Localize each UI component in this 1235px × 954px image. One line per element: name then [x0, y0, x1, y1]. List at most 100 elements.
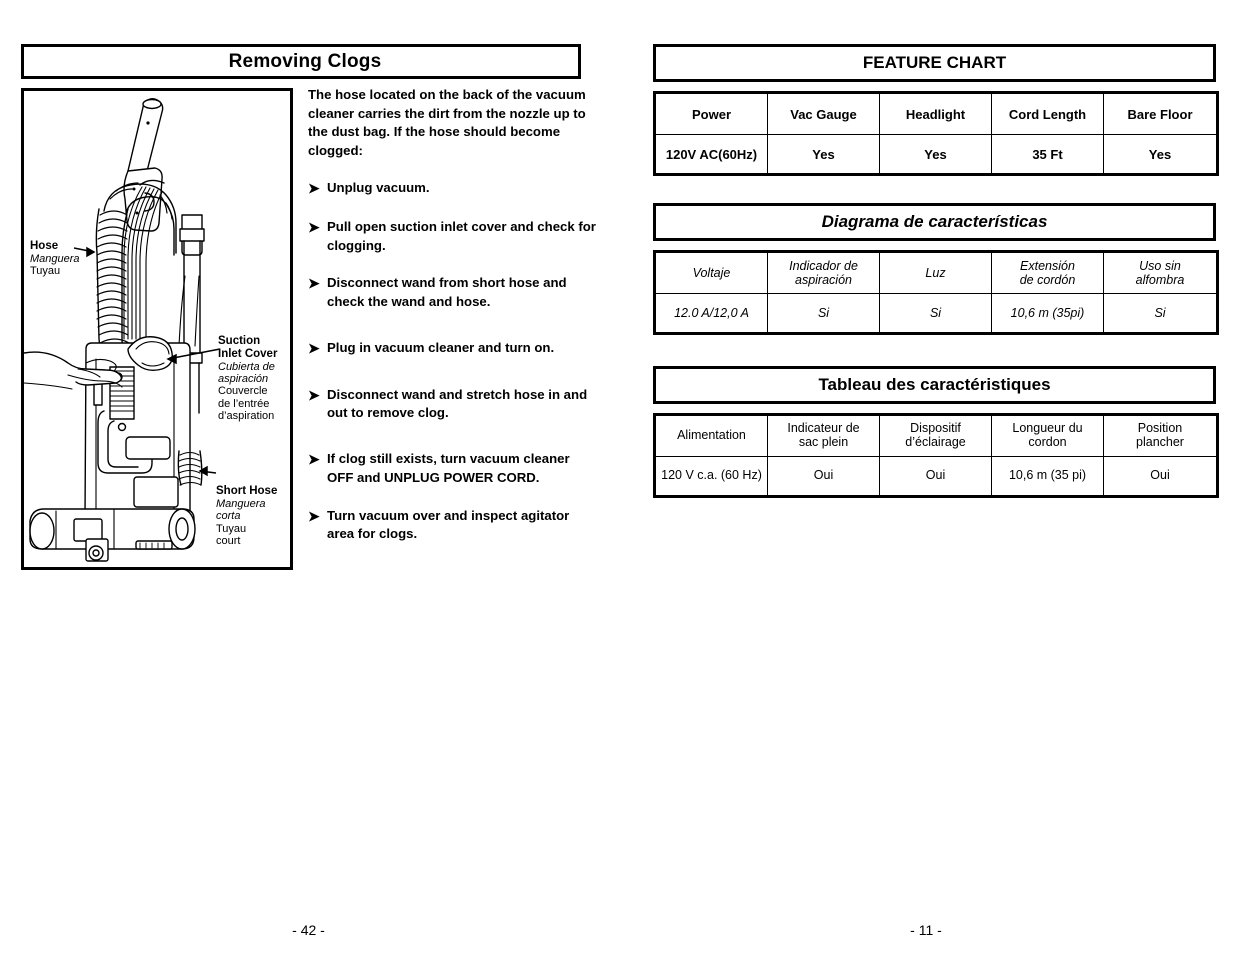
cell-line: Alimentation	[677, 428, 746, 443]
table-header-cell: Extensión de cordón	[991, 251, 1104, 294]
table-row: 120 V c.a. (60 Hz) Oui Oui 10,6 m (35 pi…	[654, 456, 1218, 497]
cell-line: Dispositif	[910, 421, 961, 436]
step-text: Disconnect wand and stretch hose in and …	[327, 386, 588, 421]
table-header-cell: Vac Gauge	[767, 92, 880, 135]
feature-chart-spanish-header: Diagrama de características	[653, 203, 1216, 241]
cell-line: d’éclairage	[905, 435, 966, 449]
cell-line: Indicateur de	[787, 421, 860, 436]
table-row-header: Voltaje Indicador de aspiración Luz Exte…	[654, 251, 1218, 294]
step-text: Unplug vacuum.	[327, 179, 430, 195]
page-number-left: - 42 -	[292, 922, 325, 938]
table-header-cell: Bare Floor	[1103, 92, 1218, 135]
section-title-box: Removing Clogs	[21, 44, 581, 79]
feature-chart-english-header: FEATURE CHART	[653, 44, 1216, 82]
table-header-cell: Longueur du cordon	[991, 414, 1104, 457]
callout-suction-es-line1: Cubierta de	[218, 360, 275, 373]
table-cell: Oui	[1103, 456, 1218, 497]
instructions-column: The hose located on the back of the vacu…	[308, 86, 598, 563]
table-cell: Yes	[767, 134, 880, 175]
table-header-cell: Power	[654, 92, 768, 135]
callout-suction-inlet-cover: Suction Inlet Cover Cubierta de aspiraci…	[218, 335, 277, 422]
table-cell: 12.0 A/12,0 A	[654, 293, 768, 334]
step-item: ➤ If clog still exists, turn vacuum clea…	[308, 450, 598, 487]
callout-short-hose: Short Hose Manguera corta Tuyau court	[216, 485, 277, 547]
table-row-header: Alimentation Indicateur de sac plein Dis…	[654, 414, 1218, 457]
arrow-bullet-icon: ➤	[308, 507, 320, 524]
table-cell: Yes	[879, 134, 992, 175]
step-text: Pull open suction inlet cover and check …	[327, 218, 596, 253]
callout-short-hose-en: Short Hose	[216, 485, 278, 497]
table-cell: 120V AC(60Hz)	[654, 134, 768, 175]
table-row-header: Power Vac Gauge Headlight Cord Length Ba…	[654, 92, 1218, 135]
step-item: ➤ Turn vacuum over and inspect agitator …	[308, 507, 598, 544]
cell-line: plancher	[1136, 435, 1184, 449]
callout-suction-en-line1: Suction	[218, 335, 261, 347]
vacuum-diagram-figure: Hose Manguera Tuyau Suction Inlet Cover …	[21, 88, 293, 570]
intro-paragraph: The hose located on the back of the vacu…	[308, 87, 586, 159]
callout-suction-fr-line3: d’aspiration	[218, 410, 275, 422]
feature-chart-spanish-title: Diagrama de características	[821, 212, 1048, 231]
table-cell: Oui	[767, 456, 880, 497]
cell-line: Extensión	[1020, 258, 1075, 273]
page-number-right: - 11 -	[910, 922, 942, 938]
table-header-cell: Luz	[879, 251, 992, 294]
step-item: ➤ Pull open suction inlet cover and chec…	[308, 218, 598, 255]
arrow-bullet-icon: ➤	[308, 275, 320, 292]
arrow-bullet-icon: ➤	[308, 179, 320, 196]
step-item: ➤ Disconnect wand and stretch hose in an…	[308, 386, 598, 423]
table-cell: 35 Ft	[991, 134, 1104, 175]
table-cell: 10,6 m (35 pi)	[991, 456, 1104, 497]
right-page: FEATURE CHART Power Vac Gauge Headlight …	[617, 0, 1235, 954]
arrow-bullet-icon: ➤	[308, 218, 320, 235]
cell-line: cordon	[1028, 435, 1067, 449]
page-title: Removing Clogs	[228, 50, 382, 72]
callout-hose-en: Hose	[30, 240, 59, 252]
table-cell: Si	[1103, 293, 1218, 334]
callout-short-hose-fr-line2: court	[216, 534, 241, 547]
step-text: If clog still exists, turn vacuum cleane…	[327, 451, 570, 485]
cell-line: Luz	[925, 265, 946, 280]
table-header-cell: Indicateur de sac plein	[767, 414, 880, 457]
step-text: Plug in vacuum cleaner and turn on.	[327, 339, 555, 355]
callout-hose-fr: Tuyau	[30, 265, 61, 278]
feature-chart-french: Tableau des caractéristiques Alimentatio…	[653, 366, 1219, 498]
callout-suction-fr-line1: Couvercle	[218, 385, 268, 398]
step-item: ➤ Disconnect wand from short hose and ch…	[308, 274, 598, 311]
step-text: Disconnect wand from short hose and chec…	[327, 275, 567, 310]
callout-hose: Hose Manguera Tuyau	[30, 240, 80, 278]
callout-suction-fr-line2: de l’entrée	[218, 397, 270, 410]
callout-hose-es: Manguera	[30, 252, 80, 265]
cell-line: de cordón	[1019, 273, 1076, 287]
cell-line: Uso sin	[1139, 258, 1181, 273]
step-item: ➤ Plug in vacuum cleaner and turn on.	[308, 339, 598, 359]
feature-chart-french-header: Tableau des caractéristiques	[653, 366, 1216, 404]
table-header-cell: Cord Length	[991, 92, 1104, 135]
callout-short-hose-fr-line1: Tuyau	[216, 522, 247, 535]
table-header-cell: Uso sin alfombra	[1103, 251, 1218, 294]
left-page: Removing Clogs Hose Manguera Tuyau Sucti…	[0, 0, 617, 954]
table-cell: 120 V c.a. (60 Hz)	[654, 456, 768, 497]
step-item: ➤ Unplug vacuum.	[308, 179, 598, 199]
feature-chart-french-title: Tableau des caractéristiques	[818, 375, 1051, 394]
table-header-cell: Voltaje	[654, 251, 768, 294]
table-header-cell: Alimentation	[654, 414, 768, 457]
table-row: 12.0 A/12,0 A Si Si 10,6 m (35pi) Si	[654, 293, 1218, 334]
table-cell: Oui	[879, 456, 992, 497]
cell-line: Voltaje	[692, 265, 731, 280]
callout-short-hose-es-line1: Manguera	[216, 497, 266, 510]
table-row: 120V AC(60Hz) Yes Yes 35 Ft Yes	[654, 134, 1218, 175]
feature-chart-english: FEATURE CHART Power Vac Gauge Headlight …	[653, 44, 1219, 176]
table-cell: Si	[879, 293, 992, 334]
feature-chart-english-table: Power Vac Gauge Headlight Cord Length Ba…	[653, 91, 1219, 176]
table-header-cell: Position plancher	[1103, 414, 1218, 457]
table-cell: Si	[767, 293, 880, 334]
cell-line: Indicador de	[789, 258, 858, 273]
cell-line: Position	[1137, 421, 1183, 436]
arrow-bullet-icon: ➤	[308, 386, 320, 403]
callout-suction-es-line2: aspiración	[218, 373, 269, 386]
feature-chart-spanish-table: Voltaje Indicador de aspiración Luz Exte…	[653, 250, 1219, 335]
feature-chart-english-title: FEATURE CHART	[862, 53, 1007, 72]
arrow-bullet-icon: ➤	[308, 339, 320, 356]
cell-line: aspiración	[795, 273, 852, 287]
table-header-cell: Indicador de aspiración	[767, 251, 880, 294]
